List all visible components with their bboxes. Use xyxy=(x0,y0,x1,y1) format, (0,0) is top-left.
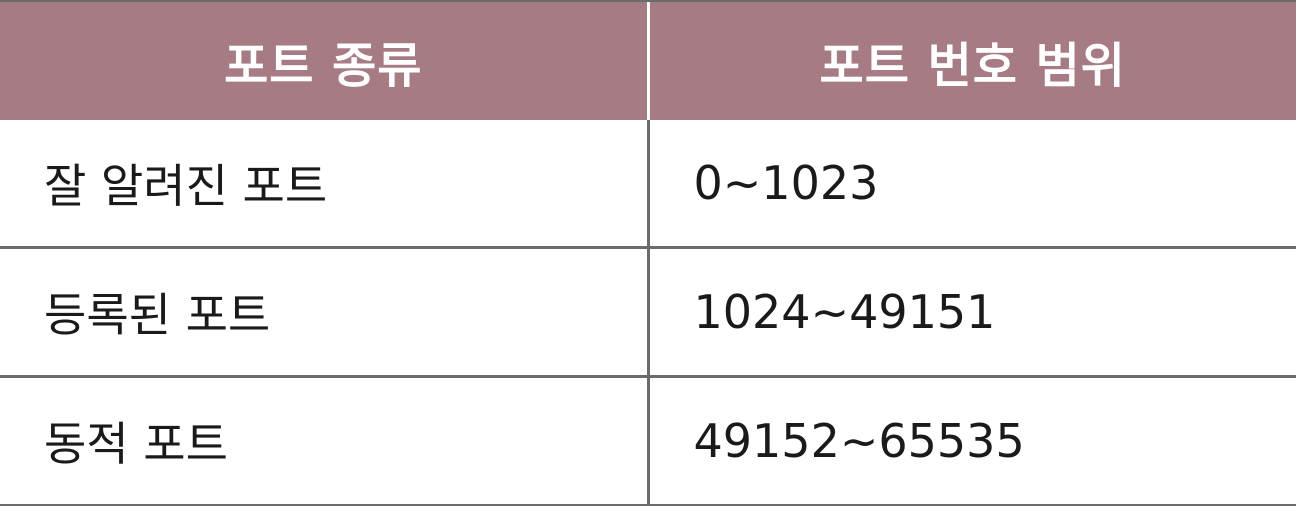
table-row: 잘 알려진 포트 0~1023 xyxy=(0,120,1296,248)
cell-port-type: 동적 포트 xyxy=(0,375,648,504)
port-range-table: 포트 종류 포트 번호 범위 잘 알려진 포트 0~1023 등록된 포트 10… xyxy=(0,0,1296,506)
cell-port-type: 등록된 포트 xyxy=(0,246,648,377)
header-row: 포트 종류 포트 번호 범위 xyxy=(0,2,1296,120)
table-body: 잘 알려진 포트 0~1023 등록된 포트 1024~49151 동적 포트 … xyxy=(0,120,1296,504)
header-port-type: 포트 종류 xyxy=(0,2,648,120)
cell-port-range: 0~1023 xyxy=(646,120,1296,248)
table-row: 동적 포트 49152~65535 xyxy=(0,375,1296,504)
header-port-range: 포트 번호 범위 xyxy=(646,2,1296,120)
cell-port-range: 1024~49151 xyxy=(646,246,1296,377)
cell-port-type: 잘 알려진 포트 xyxy=(44,159,328,213)
table-row: 등록된 포트 1024~49151 xyxy=(0,246,1296,377)
cell-port-range: 49152~65535 xyxy=(646,375,1296,504)
table-header: 포트 종류 포트 번호 범위 xyxy=(0,2,1296,120)
port-table: 포트 종류 포트 번호 범위 잘 알려진 포트 0~1023 등록된 포트 10… xyxy=(0,2,1296,504)
